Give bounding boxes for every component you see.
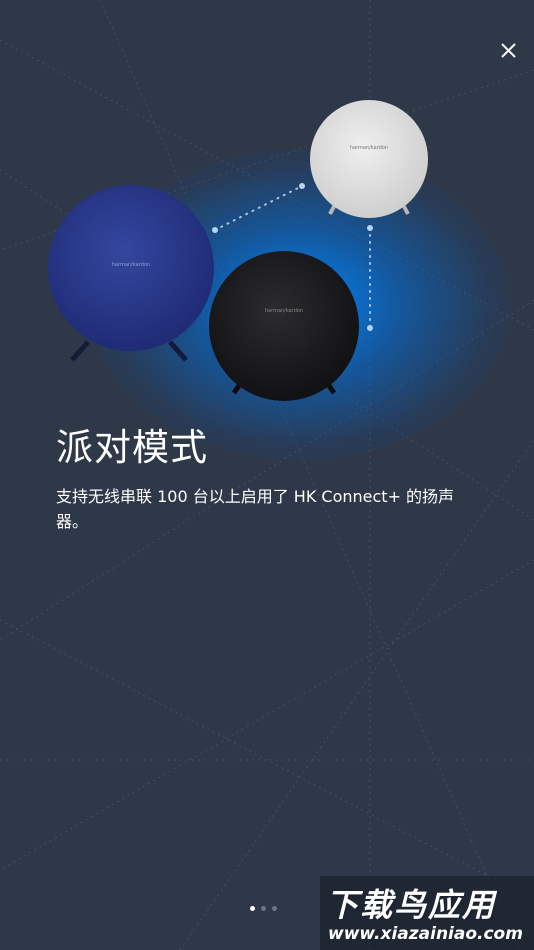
watermark-title: 下载鸟应用 <box>326 886 497 924</box>
speaker-brand-label: harman/kardon <box>265 308 303 314</box>
feature-description: 支持无线串联 100 台以上启用了 HK Connect+ 的扬声器。 <box>56 487 455 531</box>
connection-node <box>212 227 218 233</box>
close-button[interactable] <box>492 34 524 66</box>
connection-node <box>367 325 373 331</box>
page-dot-2[interactable] <box>261 906 266 911</box>
connection-node <box>367 225 373 231</box>
page-indicator <box>250 906 277 911</box>
speaker-blue: harman/kardon <box>48 185 214 362</box>
speaker-brand-label: harman/kardon <box>350 145 388 151</box>
watermark-url: www.xiazainiao.com <box>328 924 523 944</box>
speaker-white: harman/kardon <box>310 100 428 218</box>
page-dot-3[interactable] <box>272 906 277 911</box>
connection-node <box>299 183 305 189</box>
speaker-black: harman/kardon <box>209 251 359 401</box>
page-dot-1[interactable] <box>250 906 255 911</box>
page-title: 派对模式 <box>56 426 208 469</box>
close-icon <box>501 43 516 58</box>
speaker-brand-label: harman/kardon <box>112 262 150 268</box>
speakers-illustration: harman/kardon harman/kardon harman/kardo… <box>48 100 428 401</box>
watermark: 下载鸟应用 www.xiazainiao.com <box>320 876 534 950</box>
